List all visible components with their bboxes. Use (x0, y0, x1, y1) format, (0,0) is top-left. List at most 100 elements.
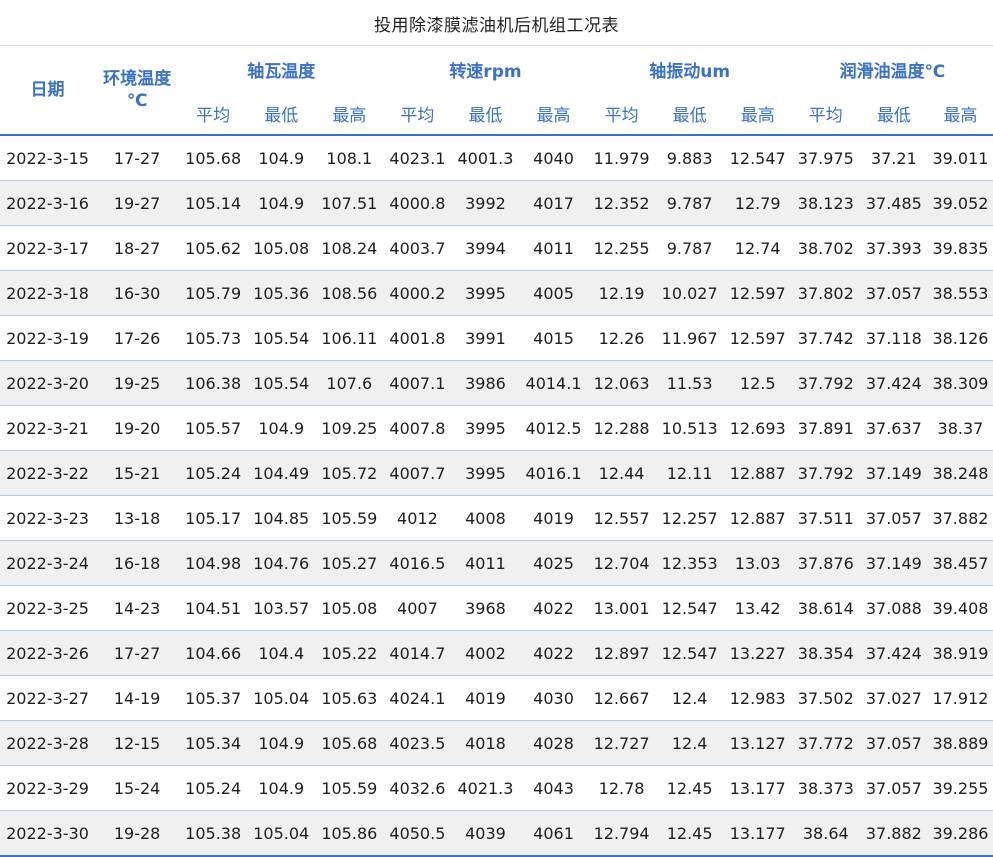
table-cell: 12.257 (655, 495, 724, 541)
table-cell: 37.792 (791, 450, 860, 496)
table-cell: 17.912 (927, 675, 993, 721)
table-cell: 4003.7 (383, 225, 452, 271)
table-cell: 104.51 (179, 585, 248, 631)
table-cell: 2022-3-15 (0, 135, 96, 181)
table-cell: 38.248 (927, 450, 993, 496)
table-cell: 12.19 (587, 270, 656, 316)
header-sub-min: 最低 (247, 92, 316, 136)
table-row: 2022-3-30 19-28 105.38 105.04 105.86 4050.5 40… (0, 810, 993, 857)
table-cell: 10.027 (655, 270, 724, 316)
table-cell: 106.38 (179, 360, 248, 406)
table-cell: 37.876 (791, 540, 860, 586)
table-row: 2022-3-18 16-30 105.79 105.36 108.56 4000.2 39… (0, 270, 993, 316)
table-cell: 13.177 (723, 765, 792, 811)
table-cell: 12.887 (723, 495, 792, 541)
table-cell: 14-23 (95, 585, 180, 631)
table-cell: 105.72 (315, 450, 384, 496)
table-cell: 12.794 (587, 810, 656, 857)
table-cell: 37.424 (859, 630, 928, 676)
table-cell: 105.34 (179, 720, 248, 766)
header-env-temp-unit: ℃ (126, 91, 148, 111)
table-cell: 105.04 (247, 810, 316, 857)
table-cell: 39.835 (927, 225, 993, 271)
table-cell: 37.802 (791, 270, 860, 316)
table-cell: 12.693 (723, 405, 792, 451)
header-group-vibration: 轴振动um (649, 61, 731, 82)
table-cell: 108.1 (315, 135, 384, 181)
table-cell: 4014.7 (383, 630, 452, 676)
table-cell: 4011 (451, 540, 520, 586)
table-cell: 4002 (451, 630, 520, 676)
table-cell: 4039 (451, 810, 520, 857)
table-cell: 38.126 (927, 315, 993, 361)
table-cell: 107.51 (315, 180, 384, 226)
table-cell: 37.057 (859, 765, 928, 811)
table-cell: 105.54 (247, 315, 316, 361)
table-cell: 37.485 (859, 180, 928, 226)
table-cell: 12.11 (655, 450, 724, 496)
table-cell: 12.887 (723, 450, 792, 496)
table-cell: 4007.7 (383, 450, 452, 496)
header-env-temp: 环境温度 ℃ (95, 46, 180, 136)
table-cell: 12.79 (723, 180, 792, 226)
table-cell: 11.967 (655, 315, 724, 361)
table-cell: 105.38 (179, 810, 248, 857)
table-cell: 3994 (451, 225, 520, 271)
table-cell: 2022-3-25 (0, 585, 96, 631)
table-cell: 38.457 (927, 540, 993, 586)
table-cell: 37.792 (791, 360, 860, 406)
table-cell: 37.882 (927, 495, 993, 541)
table-cell: 4030 (519, 675, 588, 721)
table-cell: 104.49 (247, 450, 316, 496)
table-cell: 12.45 (655, 810, 724, 857)
header-group-bearing-temp: 轴瓦温度 (247, 61, 316, 82)
table-cell: 4019 (519, 495, 588, 541)
header-env-temp-label: 环境温度 (103, 69, 172, 89)
table-cell: 4015 (519, 315, 588, 361)
table-cell: 4014.1 (519, 360, 588, 406)
table-cell: 105.57 (179, 405, 248, 451)
table-cell: 38.919 (927, 630, 993, 676)
table-cell: 15-24 (95, 765, 180, 811)
table-cell: 17-27 (95, 630, 180, 676)
table-cell: 17-27 (95, 135, 180, 181)
table-cell: 2022-3-23 (0, 495, 96, 541)
table-cell: 105.59 (315, 495, 384, 541)
header-sub-min: 最低 (859, 92, 928, 136)
table-cell: 37.149 (859, 450, 928, 496)
table-cell: 105.37 (179, 675, 248, 721)
table-cell: 4012 (383, 495, 452, 541)
table-cell: 105.73 (179, 315, 248, 361)
table-cell: 106.11 (315, 315, 384, 361)
table-title: 投用除漆膜滤油机后机组工况表 (374, 15, 619, 36)
header-date: 日期 (0, 46, 96, 136)
table-row: 2022-3-21 19-20 105.57 104.9 109.25 4007.8 399… (0, 405, 993, 451)
table-cell: 38.889 (927, 720, 993, 766)
table-cell: 12.45 (655, 765, 724, 811)
table-cell: 4016.1 (519, 450, 588, 496)
table-cell: 4008 (451, 495, 520, 541)
table-row: 2022-3-20 19-25 106.38 105.54 107.6 4007.1 398… (0, 360, 993, 406)
table-cell: 12.727 (587, 720, 656, 766)
table-cell: 37.637 (859, 405, 928, 451)
table-cell: 13.177 (723, 810, 792, 857)
table-cell: 13.127 (723, 720, 792, 766)
table-row: 2022-3-15 17-27 105.68 104.9 108.1 4023.1 4001… (0, 135, 993, 181)
table-cell: 4011 (519, 225, 588, 271)
table-cell: 39.011 (927, 135, 993, 181)
table-cell: 38.309 (927, 360, 993, 406)
table-cell: 3968 (451, 585, 520, 631)
table-cell: 4007.8 (383, 405, 452, 451)
table-cell: 104.76 (247, 540, 316, 586)
table-cell: 4012.5 (519, 405, 588, 451)
table-cell: 109.25 (315, 405, 384, 451)
table-cell: 13.42 (723, 585, 792, 631)
table-row: 2022-3-22 15-21 105.24 104.49 105.72 4007.7 39… (0, 450, 993, 496)
table-cell: 2022-3-19 (0, 315, 96, 361)
table-cell: 4007 (383, 585, 452, 631)
table-cell: 2022-3-21 (0, 405, 96, 451)
table-cell: 4040 (519, 135, 588, 181)
table-cell: 4043 (519, 765, 588, 811)
table-cell: 4000.8 (383, 180, 452, 226)
table-cell: 4025 (519, 540, 588, 586)
